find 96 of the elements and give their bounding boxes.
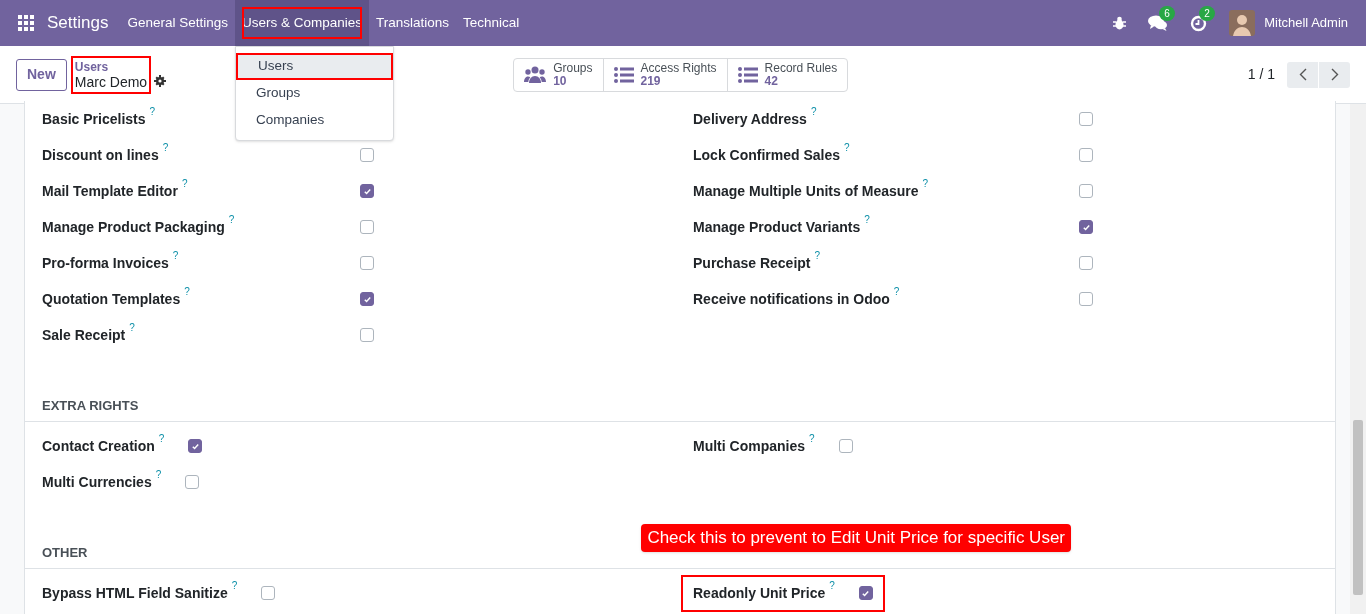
help-tooltip[interactable]: ? bbox=[155, 468, 162, 481]
annotation-callout: Check this to prevent to Edit Unit Price for specific User bbox=[641, 524, 1071, 552]
check-icon bbox=[861, 588, 871, 598]
field-label: Readonly Unit Price bbox=[693, 583, 826, 603]
stat-label: Access Rights bbox=[640, 61, 717, 75]
section-title: EXTRA RIGHTS bbox=[42, 398, 139, 413]
field-label: Quotation Templates bbox=[42, 289, 181, 309]
stat-label: Record Rules bbox=[764, 61, 838, 75]
checkbox[interactable] bbox=[838, 439, 853, 453]
field-label: Mail Template Editor bbox=[42, 181, 178, 201]
field-label: Manage Product Packaging bbox=[42, 217, 225, 237]
checkbox[interactable] bbox=[1079, 256, 1093, 270]
checkbox[interactable] bbox=[360, 148, 374, 162]
section-title: OTHER bbox=[42, 545, 88, 560]
help-tooltip[interactable]: ? bbox=[181, 177, 188, 190]
apps-menu-icon[interactable] bbox=[18, 15, 34, 31]
checkbox[interactable] bbox=[261, 586, 276, 600]
field-label: Pro-forma Invoices bbox=[42, 253, 169, 273]
list-icon bbox=[737, 66, 758, 83]
checkbox[interactable] bbox=[360, 328, 374, 342]
field-label: Delivery Address bbox=[693, 109, 807, 129]
checkbox[interactable] bbox=[858, 586, 873, 600]
stat-button[interactable]: Access Rights 219 bbox=[602, 58, 727, 91]
user-name[interactable]: Mitchell Admin bbox=[1264, 13, 1348, 33]
checkbox[interactable] bbox=[1079, 220, 1093, 234]
help-tooltip[interactable]: ? bbox=[149, 105, 156, 118]
dropdown-item[interactable]: Groups bbox=[236, 80, 393, 107]
new-button[interactable]: New bbox=[16, 58, 67, 91]
field-label: Contact Creation bbox=[42, 436, 155, 456]
next-button[interactable] bbox=[1319, 61, 1350, 88]
bug-icon[interactable] bbox=[1113, 16, 1127, 30]
help-tooltip[interactable]: ? bbox=[864, 213, 870, 226]
field-label: Sale Receipt bbox=[42, 325, 126, 345]
stat-value: 219 bbox=[640, 74, 661, 88]
field-label: Manage Multiple Units of Measure bbox=[693, 181, 919, 201]
field-label: Bypass HTML Field Sanitize bbox=[42, 583, 228, 603]
checkbox[interactable] bbox=[188, 439, 203, 453]
check-icon bbox=[362, 294, 372, 304]
help-tooltip[interactable]: ? bbox=[158, 432, 165, 445]
dropdown-item[interactable]: Users bbox=[236, 53, 393, 80]
checkbox[interactable] bbox=[360, 256, 374, 270]
notification-badge: 2 bbox=[1199, 5, 1215, 21]
help-tooltip[interactable]: ? bbox=[844, 141, 850, 154]
breadcrumb-link[interactable]: Users bbox=[74, 59, 148, 75]
list-icon bbox=[613, 66, 634, 83]
field-label: Manage Product Variants bbox=[693, 217, 861, 237]
previous-button[interactable] bbox=[1287, 61, 1318, 88]
help-tooltip[interactable]: ? bbox=[893, 285, 900, 298]
help-tooltip[interactable]: ? bbox=[162, 141, 169, 154]
checkbox[interactable] bbox=[360, 292, 374, 306]
stat-value: 10 bbox=[553, 74, 567, 88]
help-tooltip[interactable]: ? bbox=[228, 213, 235, 226]
users-icon bbox=[524, 65, 547, 84]
checkbox[interactable] bbox=[360, 220, 374, 234]
stat-button[interactable]: Record Rules 42 bbox=[726, 58, 848, 91]
help-tooltip[interactable]: ? bbox=[829, 579, 835, 592]
help-tooltip[interactable]: ? bbox=[129, 321, 135, 334]
help-tooltip[interactable]: ? bbox=[184, 285, 190, 298]
gear-icon[interactable] bbox=[154, 74, 167, 87]
notification-badge: 6 bbox=[1159, 5, 1175, 21]
checkbox[interactable] bbox=[360, 184, 374, 198]
stat-label: Groups bbox=[553, 61, 593, 75]
field-label: Receive notifications in Odoo bbox=[693, 289, 890, 309]
checkbox[interactable] bbox=[1079, 148, 1093, 162]
help-tooltip[interactable]: ? bbox=[809, 432, 815, 445]
stat-value: 42 bbox=[764, 74, 778, 88]
pager-value[interactable]: 1 / 1 bbox=[1247, 64, 1275, 85]
help-tooltip[interactable]: ? bbox=[814, 249, 821, 262]
chevron-right-icon bbox=[1330, 68, 1339, 81]
checkbox[interactable] bbox=[1079, 292, 1093, 306]
help-tooltip[interactable]: ? bbox=[922, 177, 929, 190]
checkbox[interactable] bbox=[185, 475, 200, 489]
record-title: Marc Demo bbox=[74, 74, 148, 90]
checkbox[interactable] bbox=[1079, 112, 1093, 126]
field-label: Multi Companies bbox=[693, 436, 805, 456]
field-label: Basic Pricelists bbox=[42, 109, 146, 129]
help-tooltip[interactable]: ? bbox=[231, 579, 238, 592]
menu-item[interactable]: Technical bbox=[456, 0, 527, 46]
help-tooltip[interactable]: ? bbox=[810, 105, 817, 118]
menu-item[interactable]: Translations bbox=[369, 0, 457, 46]
chevron-left-icon bbox=[1298, 68, 1307, 81]
field-label: Lock Confirmed Sales bbox=[693, 145, 841, 165]
field-label: Multi Currencies bbox=[42, 472, 152, 492]
field-label: Discount on lines bbox=[42, 145, 159, 165]
dropdown-item[interactable]: Companies bbox=[236, 107, 393, 134]
app-title[interactable]: Settings bbox=[47, 10, 109, 36]
scrollbar[interactable] bbox=[1350, 104, 1366, 614]
field-label: Purchase Receipt bbox=[693, 253, 811, 273]
menu-item[interactable]: General Settings bbox=[120, 0, 235, 46]
checkbox[interactable] bbox=[1079, 184, 1093, 198]
stat-button[interactable]: Groups 10 bbox=[514, 58, 603, 91]
avatar[interactable] bbox=[1229, 10, 1256, 36]
check-icon bbox=[1081, 222, 1091, 232]
help-tooltip[interactable]: ? bbox=[172, 249, 179, 262]
check-icon bbox=[362, 186, 372, 196]
check-icon bbox=[190, 441, 200, 451]
